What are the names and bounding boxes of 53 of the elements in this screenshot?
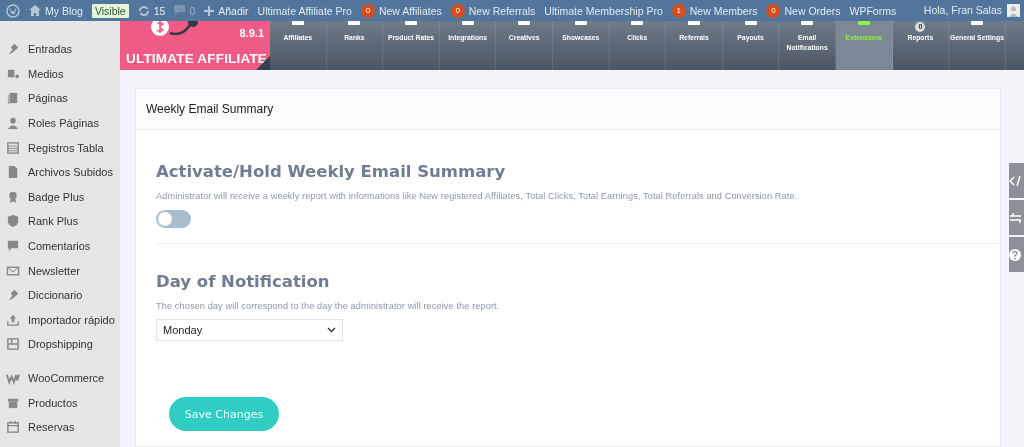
menu-link[interactable]: Ultimate Membership Pro <box>544 4 663 17</box>
menu-link[interactable]: New Affiliates <box>378 4 442 17</box>
help-icon <box>1009 248 1021 261</box>
sidebar-item[interactable]: Archivos Subidos <box>0 159 120 185</box>
sidebar-item[interactable]: Entradas <box>0 37 120 62</box>
new-link[interactable]: Añadir <box>218 4 249 17</box>
day-select[interactable]: Monday <box>156 319 343 341</box>
avatar-icon[interactable] <box>1007 4 1020 17</box>
logo-banner: 8.9.1 ULTIMATE AFFILIATE <box>120 21 270 70</box>
menu-link[interactable]: New Referrals <box>468 4 536 17</box>
comment-icon <box>174 5 186 16</box>
sidebar-item[interactable]: Badge Plus <box>0 184 120 210</box>
menu-link[interactable]: Ultimate Affiliate Pro <box>257 4 352 17</box>
sidebar-item[interactable]: Diccionario <box>0 282 120 308</box>
code-tab[interactable] <box>1009 163 1024 198</box>
sidebar-item[interactable]: Newsletter <box>0 258 120 283</box>
help-tab[interactable] <box>1009 237 1024 272</box>
card-title: Weekly Email Summary <box>146 102 274 116</box>
user-greeting[interactable]: Hola, Fran Salas <box>923 4 1002 16</box>
sidebar-item[interactable]: Importador rápido <box>0 307 120 333</box>
sidebar-item[interactable]: Registros Tabla <box>0 135 120 160</box>
sidebar-item[interactable]: Roles Páginas <box>0 110 120 136</box>
section-heading: Activate/Hold Weekly Email Summary <box>156 162 507 181</box>
plus-icon <box>204 5 215 16</box>
chevron-down-icon <box>327 327 336 333</box>
section-heading: Day of Notification <box>156 272 331 291</box>
sidebar-item[interactable]: Páginas <box>0 86 120 111</box>
count-badge: 1 <box>671 3 686 18</box>
home-icon <box>29 5 41 16</box>
sidebar-item[interactable]: Rank Plus <box>0 209 120 234</box>
swap-icon <box>1009 211 1021 224</box>
sidebar-item[interactable]: Productos <box>0 390 120 415</box>
menu-link[interactable]: New Orders <box>784 4 841 17</box>
count-badge: 0 <box>360 3 375 18</box>
sidebar-item[interactable]: Dropshipping <box>0 332 120 357</box>
sidebar-item[interactable]: Comentarios <box>0 233 120 259</box>
toggle-switch[interactable] <box>156 210 191 228</box>
wordpress-icon[interactable] <box>6 3 20 18</box>
section-description: Administrator will receive a weekly report with informations like New registered Affiliates, Total Clicks, Total Earnings, Total Referrals and Conversion Rate. <box>156 191 799 201</box>
count-badge: 0 <box>450 3 465 18</box>
updates-count[interactable]: 15 <box>153 4 166 17</box>
swap-tab[interactable] <box>1009 200 1024 235</box>
count-badge: 0 <box>766 3 781 18</box>
code-icon <box>1009 174 1021 187</box>
section-description: The chosen day will correspond to the day the administrator will receive the report. <box>156 301 501 311</box>
site-link[interactable]: My Blog <box>45 4 83 17</box>
visibility-badge: Visible <box>91 3 129 18</box>
sidebar-item[interactable]: Reservas <box>0 414 120 440</box>
refresh-icon <box>137 4 150 17</box>
sidebar-item[interactable]: WooCommerce <box>0 365 120 391</box>
menu-link[interactable]: New Members <box>689 4 758 17</box>
menu-link[interactable]: WPForms <box>849 4 897 17</box>
sidebar-item[interactable]: Medios <box>0 61 120 87</box>
